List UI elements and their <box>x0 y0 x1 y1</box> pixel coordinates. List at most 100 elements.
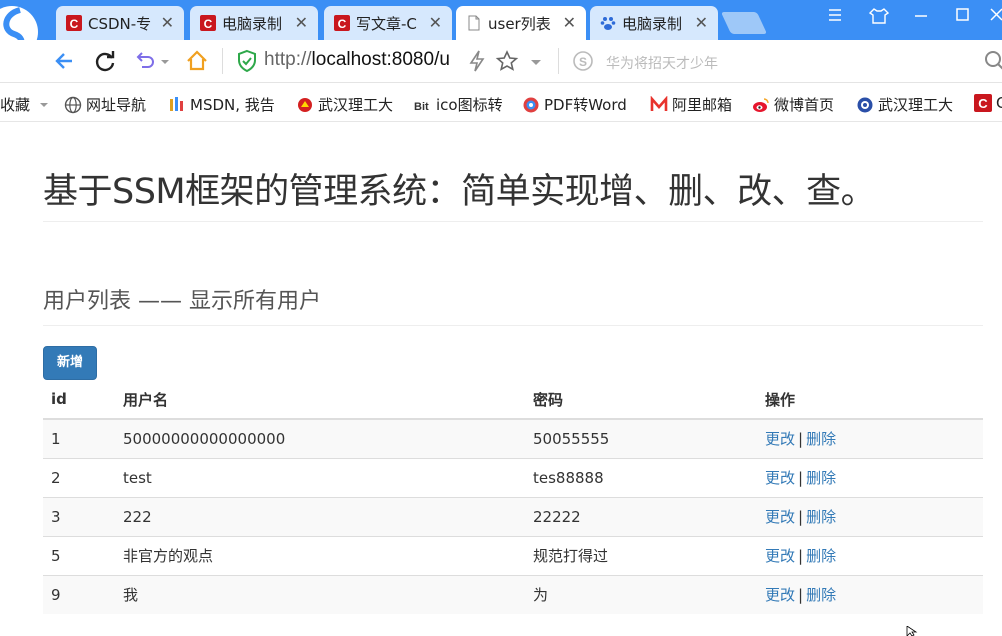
section-subtitle: 用户列表 —— 显示所有用户 <box>43 289 321 314</box>
weibo-icon <box>753 97 769 112</box>
csdn-icon: C <box>334 15 350 31</box>
table-row: 1 50000000000000000 50055555 更改 | 删除 <box>43 418 983 458</box>
tab-csdn[interactable]: C CSDN-专 ✕ <box>56 6 184 40</box>
tab-recording[interactable]: C 电脑录制 ✕ <box>190 6 318 40</box>
sogou-search-icon: S <box>573 51 593 71</box>
bookmark-weibo[interactable]: 微博首页 <box>752 94 834 115</box>
maximize-icon[interactable] <box>950 4 976 26</box>
cell-actions: 更改 | 删除 <box>757 535 983 575</box>
cell-password: 规范打得过 <box>525 535 757 575</box>
cell-username: 50000000000000000 <box>115 418 525 458</box>
lightning-icon[interactable] <box>464 48 490 74</box>
svg-text:C: C <box>204 17 213 31</box>
svg-text:C: C <box>978 96 988 111</box>
search-input[interactable]: 华为将招天才少年 <box>606 53 718 73</box>
page-title: 基于SSM框架的管理系统：简单实现增、删、改、查。 <box>43 172 876 212</box>
new-tab-button[interactable] <box>720 12 768 34</box>
bookmark-csdn[interactable]: C C <box>974 94 1002 112</box>
chevron-down-icon[interactable] <box>158 48 172 74</box>
cell-username: 222 <box>115 496 525 536</box>
bookmark-pdf[interactable]: PDF转Word <box>522 94 627 115</box>
back-icon[interactable] <box>52 48 78 74</box>
column-header-actions: 操作 <box>757 380 983 420</box>
add-user-button[interactable]: 新增 <box>43 346 97 380</box>
bookmark-alimail[interactable]: 阿里邮箱 <box>650 94 732 115</box>
bookmark-label: ico图标转 <box>436 96 503 114</box>
svg-text:C: C <box>70 17 79 31</box>
tab-title: 电脑录制 <box>622 14 683 33</box>
cell-username: 非官方的观点 <box>115 535 525 575</box>
refresh-icon[interactable] <box>92 48 118 74</box>
whut-icon <box>298 97 312 112</box>
edit-link[interactable]: 更改 <box>765 469 795 487</box>
edit-link[interactable]: 更改 <box>765 430 795 448</box>
table-header-row: id 用户名 密码 操作 <box>43 380 983 420</box>
bookmark-favorites[interactable]: 收藏 <box>0 94 50 115</box>
edit-link[interactable]: 更改 <box>765 547 795 565</box>
cell-username: test <box>115 457 525 497</box>
cell-actions: 更改 | 删除 <box>757 496 983 536</box>
table-row: 2 test tes88888 更改 | 删除 <box>43 457 983 497</box>
column-header-id: id <box>43 380 115 420</box>
skin-icon[interactable] <box>866 4 892 26</box>
separator: | <box>798 586 804 605</box>
svg-text:Bit: Bit <box>414 101 429 113</box>
close-window-icon[interactable] <box>984 4 1002 26</box>
url-input[interactable]: http://localhost:8080/u <box>264 49 462 71</box>
tab-close-icon[interactable]: ✕ <box>295 13 308 32</box>
svg-text:S: S <box>579 55 587 69</box>
tab-close-icon[interactable]: ✕ <box>695 13 708 32</box>
bookmark-whut-2[interactable]: 武汉理工大 <box>856 94 953 115</box>
page-icon <box>468 15 480 31</box>
edit-link[interactable]: 更改 <box>765 586 795 604</box>
tab-close-icon[interactable]: ✕ <box>161 13 174 32</box>
mouse-cursor-icon <box>906 626 918 636</box>
globe-icon <box>64 96 82 113</box>
tab-title: CSDN-专 <box>88 14 152 33</box>
delete-link[interactable]: 删除 <box>806 469 836 487</box>
delete-link[interactable]: 删除 <box>806 508 836 526</box>
cell-password: 22222 <box>525 496 757 536</box>
divider <box>43 325 983 326</box>
bookmark-nav[interactable]: 网址导航 <box>64 94 146 115</box>
cell-password: 50055555 <box>525 418 757 458</box>
tab-user-list[interactable]: user列表 ✕ <box>456 6 586 40</box>
search-icon[interactable] <box>982 48 1002 74</box>
cell-id: 2 <box>43 457 115 497</box>
undo-icon[interactable] <box>132 48 158 74</box>
chevron-down-icon[interactable] <box>528 48 544 74</box>
star-icon[interactable] <box>494 48 520 74</box>
cell-actions: 更改 | 删除 <box>757 574 983 614</box>
bookmark-msdn[interactable]: MSDN, 我告 <box>168 94 275 115</box>
delete-link[interactable]: 删除 <box>806 430 836 448</box>
tab-close-icon[interactable]: ✕ <box>563 13 576 32</box>
delete-link[interactable]: 删除 <box>806 547 836 565</box>
csdn-icon: C <box>974 94 992 112</box>
table-row: 3 222 22222 更改 | 删除 <box>43 496 983 536</box>
tab-title: 写文章-C <box>356 14 417 33</box>
bookmark-whut[interactable]: 武汉理工大 <box>296 94 393 115</box>
separator: | <box>798 430 804 449</box>
edit-link[interactable]: 更改 <box>765 508 795 526</box>
tab-close-icon[interactable]: ✕ <box>429 13 442 32</box>
bookmark-label: 阿里邮箱 <box>672 96 733 114</box>
cell-username: 我 <box>115 574 525 614</box>
menu-icon[interactable] <box>822 4 848 26</box>
divider <box>43 221 983 222</box>
divider <box>558 48 559 74</box>
column-header-username: 用户名 <box>115 380 525 420</box>
tab-title: user列表 <box>488 14 551 33</box>
divider <box>222 48 223 74</box>
separator: | <box>798 547 804 565</box>
bookmark-ico[interactable]: Bit ico图标转 <box>414 94 503 115</box>
bookmark-label: C <box>996 94 1002 112</box>
secure-shield-icon[interactable] <box>234 48 260 74</box>
home-icon[interactable] <box>184 48 210 74</box>
minimize-icon[interactable] <box>908 4 934 26</box>
cell-actions: 更改 | 删除 <box>757 457 983 497</box>
table-row: 5 非官方的观点 规范打得过 更改 | 删除 <box>43 535 983 575</box>
pdf-icon <box>523 97 539 112</box>
delete-link[interactable]: 删除 <box>806 586 836 604</box>
tab-baidu[interactable]: 电脑录制 ✕ <box>590 6 718 40</box>
tab-write-article[interactable]: C 写文章-C ✕ <box>324 6 452 40</box>
